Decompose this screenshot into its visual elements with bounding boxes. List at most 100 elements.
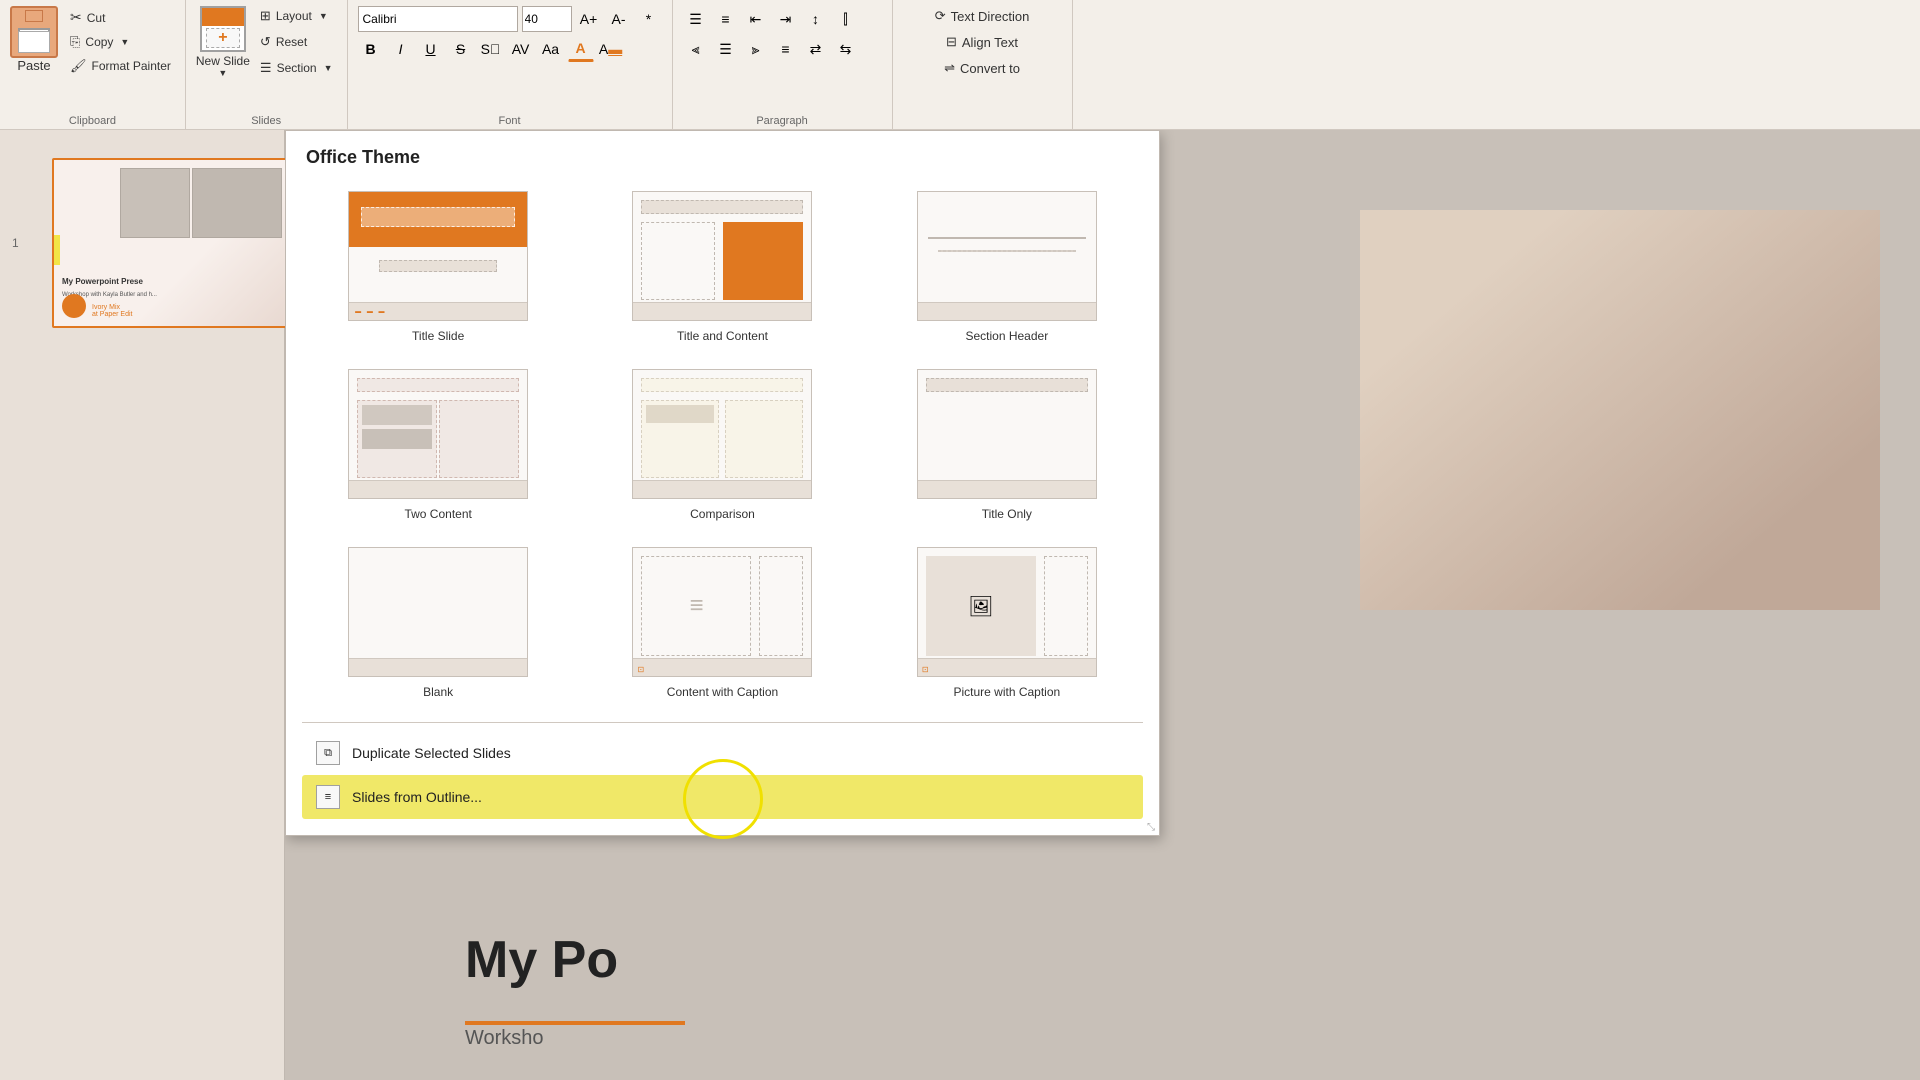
convert-to-button[interactable]: ⇌ Convert to [940,58,1024,78]
text-direction-button[interactable]: ⟳ Text Direction [931,6,1034,26]
duplicate-label: Duplicate Selected Slides [352,745,511,761]
layout-name-content-caption: Content with Caption [667,685,778,699]
font-color-button[interactable]: A [568,36,594,62]
cut-button[interactable]: ✂ Cut [66,7,175,28]
paste-button[interactable]: Paste [10,6,58,73]
section-button[interactable]: ☰ Section ▼ [256,58,337,78]
new-slide-button[interactable]: + New Slide ▼ [196,6,250,78]
slide-main-image [1360,210,1880,610]
columns-button[interactable]: ⫿ [833,6,859,32]
layout-grid: Title Slide Title and Content [302,184,1143,706]
clipboard-group: Paste ✂ Cut ⎘ Copy ▼ 🖌 Format Painter Cl… [0,0,186,129]
italic-button[interactable]: I [388,36,414,62]
layout-item-comparison[interactable]: Comparison [586,362,858,528]
duplicate-icon: ⧉ [316,741,340,765]
align-center-button[interactable]: ☰ [713,36,739,62]
slide-sub-text: Worksho [465,1027,544,1050]
slides-group: + New Slide ▼ ⊞ Layout ▼ ↺ Reset [186,0,348,129]
layout-item-picture-caption[interactable]: Picture with Caption [871,540,1143,706]
img-bg [1360,210,1880,610]
numbered-list-button[interactable]: ≡ [713,6,739,32]
layout-thumb-title-slide [348,191,528,321]
copy-dropdown-arrow[interactable]: ▼ [120,37,129,47]
align-left-button[interactable]: ⫷ [683,36,709,62]
slide-panel: 1 My Powerpoint Prese Workshop with Kayl… [0,130,285,1080]
layout-item-title-only[interactable]: Title Only [871,362,1143,528]
layout-item-two-content[interactable]: Two Content [302,362,574,528]
thumb-avatar [62,294,86,318]
justify-button[interactable]: ≡ [773,36,799,62]
font-group: A+ A- * B I U S S⃣ AV Aa A A▬ Font [348,0,673,129]
shadow-button[interactable]: S⃣ [478,36,504,62]
new-slide-dropdown[interactable]: ▼ [218,68,227,78]
bullets-button[interactable]: ☰ [683,6,709,32]
thumb-brand: Ivory Mixat Paper Edit [92,304,132,318]
layout-item-section-header[interactable]: Section Header [871,184,1143,350]
paragraph-group: ☰ ≡ ⇤ ⇥ ↕ ⫿ ⫷ ☰ ⫸ ≡ ⇄ ⇆ Paragraph [673,0,893,129]
clipboard-actions: ✂ Cut ⎘ Copy ▼ 🖌 Format Painter [66,7,175,76]
layout-name-two-content: Two Content [404,507,471,521]
dropdown-title: Office Theme [302,147,1143,168]
layout-arrow[interactable]: ▼ [319,11,328,21]
font-size-input[interactable] [522,6,572,32]
align-text-button[interactable]: ⊟ Align Text [942,32,1022,52]
layout-item-title-slide[interactable]: Title Slide [302,184,574,350]
align-right-button[interactable]: ⫸ [743,36,769,62]
copy-button[interactable]: ⎘ Copy ▼ [66,32,175,52]
change-case-button[interactable]: Aa [538,36,564,62]
thumb-img2 [192,168,282,238]
highlight-color-button[interactable]: A▬ [598,36,624,62]
layout-name-picture-caption: Picture with Caption [953,685,1060,699]
layout-item-blank[interactable]: Blank [302,540,574,706]
new-slide-label: New Slide [196,54,250,68]
paragraph-label: Paragraph [673,115,892,127]
clipboard-label: Clipboard [0,115,185,127]
bold-button[interactable]: B [358,36,384,62]
layout-item-title-content[interactable]: Title and Content [586,184,858,350]
reset-button[interactable]: ↺ Reset [256,32,337,52]
font-name-input[interactable] [358,6,518,32]
main-area: 1 My Powerpoint Prese Workshop with Kayl… [0,130,1920,1080]
text-dir-icon: ⟳ [935,8,946,24]
indent-more-button[interactable]: ⇥ [773,6,799,32]
ltr-button[interactable]: ⇆ [833,36,859,62]
slide-number: 1 [12,236,19,250]
duplicate-slides-action[interactable]: ⧉ Duplicate Selected Slides [302,731,1143,775]
slide-thumb[interactable]: My Powerpoint Prese Workshop with Kayla … [52,158,292,328]
layout-dropdown: Office Theme Title Slide [285,130,1160,836]
section-icon: ☰ [260,60,272,76]
line-spacing-button[interactable]: ↕ [803,6,829,32]
indent-less-button[interactable]: ⇤ [743,6,769,32]
paste-label: Paste [17,58,50,73]
section-arrow[interactable]: ▼ [324,63,333,73]
text-dir-group: ⟳ Text Direction ⊟ Align Text ⇌ Convert … [893,0,1073,129]
font-label: Font [348,115,672,127]
thumb-img1 [120,168,190,238]
convert-icon: ⇌ [944,60,955,76]
layout-icon: ⊞ [260,8,271,24]
cut-icon: ✂ [70,9,82,26]
format-painter-button[interactable]: 🖌 Format Painter [66,56,175,76]
yellow-marker [54,235,60,265]
increase-font-button[interactable]: A+ [576,6,602,32]
char-spacing-button[interactable]: AV [508,36,534,62]
slides-from-outline-action[interactable]: ≡ Slides from Outline... [302,775,1143,819]
layout-thumb-title-content [632,191,812,321]
clear-format-button[interactable]: * [636,6,662,32]
layout-item-content-caption[interactable]: Content with Caption [586,540,858,706]
decrease-font-button[interactable]: A- [606,6,632,32]
slide-actions: ⊞ Layout ▼ ↺ Reset ☰ Section ▼ [256,6,337,78]
strikethrough-button[interactable]: S [448,36,474,62]
layout-name-section-header: Section Header [965,329,1048,343]
layout-name-title-slide: Title Slide [412,329,464,343]
rtl-button[interactable]: ⇄ [803,36,829,62]
outline-label: Slides from Outline... [352,789,482,805]
resize-handle[interactable]: ⤡ [1147,822,1155,833]
layout-button[interactable]: ⊞ Layout ▼ [256,6,337,26]
copy-icon: ⎘ [70,34,80,50]
underline-button[interactable]: U [418,36,444,62]
reset-icon: ↺ [260,34,271,50]
new-slide-icon: + [200,6,246,52]
align-text-icon: ⊟ [946,34,957,50]
layout-thumb-comparison [632,369,812,499]
